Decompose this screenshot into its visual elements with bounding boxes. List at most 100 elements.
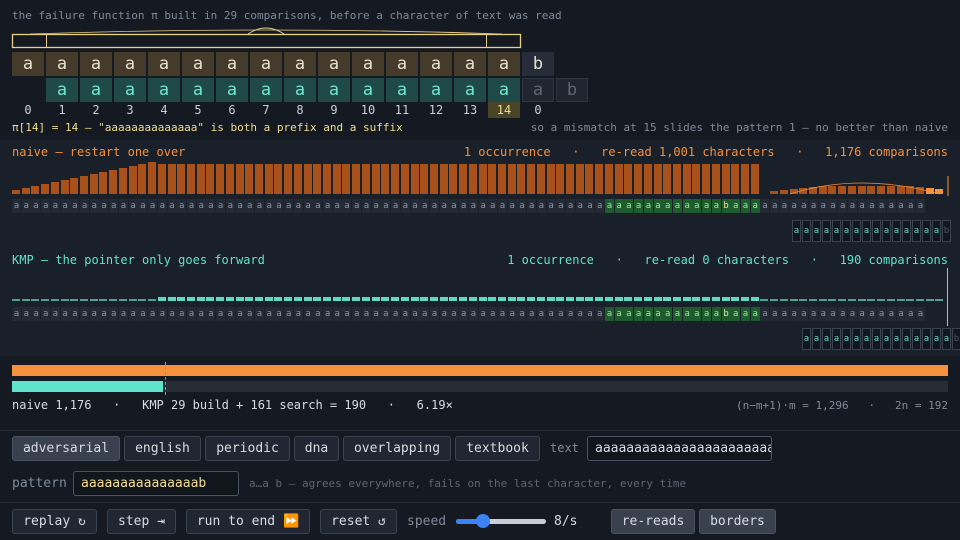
text-cell: b bbox=[522, 52, 554, 76]
kmp-window-char: a bbox=[922, 328, 931, 350]
compare-summary: naive 1,176 · KMP 29 build + 161 search … bbox=[12, 398, 453, 412]
naive-text-char: a bbox=[643, 199, 653, 213]
naive-text-char: a bbox=[128, 199, 138, 213]
speed-slider[interactable] bbox=[456, 514, 546, 528]
kmp-bar bbox=[225, 297, 234, 301]
naive-bar bbox=[488, 164, 497, 194]
pattern-cell: a bbox=[420, 78, 452, 102]
naive-window-char: a bbox=[812, 220, 821, 242]
naive-bar bbox=[41, 184, 50, 194]
border-brackets bbox=[11, 27, 522, 49]
kmp-text-char: a bbox=[381, 307, 391, 321]
naive-text-char: a bbox=[750, 199, 760, 213]
reset-button[interactable]: reset ↺ bbox=[320, 509, 397, 534]
preset-textbook-button[interactable]: textbook bbox=[455, 436, 540, 461]
naive-text-char: a bbox=[439, 199, 449, 213]
text-cell: a bbox=[182, 52, 214, 76]
naive-text-char: a bbox=[255, 199, 264, 213]
naive-text-char: a bbox=[498, 199, 507, 213]
rereads-toggle[interactable]: re-reads bbox=[611, 509, 695, 534]
naive-text-char: a bbox=[682, 199, 692, 213]
naive-text-char: a bbox=[342, 199, 352, 213]
step-button[interactable]: step ⇥ bbox=[107, 509, 176, 534]
kmp-bar bbox=[915, 299, 924, 301]
naive-text-char: a bbox=[847, 199, 857, 213]
naive-text-char: a bbox=[21, 199, 31, 213]
kmp-text-char: a bbox=[779, 307, 789, 321]
pattern-input[interactable]: aaaaaaaaaaaaaaab bbox=[73, 471, 239, 496]
kmp-bar bbox=[371, 297, 380, 301]
kmp-window-char: a bbox=[862, 328, 871, 350]
preset-dna-button[interactable]: dna bbox=[294, 436, 339, 461]
speed-slider-thumb[interactable] bbox=[476, 514, 490, 528]
kmp-text-char: a bbox=[789, 307, 799, 321]
naive-text-char: a bbox=[216, 199, 226, 213]
kmp-text-char: a bbox=[449, 307, 459, 321]
naive-bar bbox=[527, 164, 536, 194]
kmp-text-char: a bbox=[498, 307, 507, 321]
pi-value: 6 bbox=[228, 103, 236, 117]
naive-text-char: a bbox=[235, 199, 245, 213]
naive-bar bbox=[264, 164, 273, 194]
preset-english-button[interactable]: english bbox=[124, 436, 201, 461]
naive-bar bbox=[235, 164, 244, 194]
kmp-text-char: a bbox=[468, 307, 478, 321]
run-to-end-button[interactable]: run to end ⏩ bbox=[186, 509, 310, 534]
naive-bar bbox=[536, 164, 545, 194]
naive-arc bbox=[789, 176, 949, 196]
naive-bar bbox=[138, 164, 147, 194]
naive-text-char: a bbox=[653, 199, 663, 213]
kmp-text-char: a bbox=[41, 307, 51, 321]
kmp-text-char: a bbox=[342, 307, 352, 321]
naive-text-char: a bbox=[80, 199, 90, 213]
naive-bar bbox=[128, 166, 137, 194]
kmp-text-char: a bbox=[585, 307, 595, 321]
kmp-window-char: a bbox=[802, 328, 811, 350]
naive-text-char: a bbox=[157, 199, 167, 213]
naive-text-char: a bbox=[177, 199, 187, 213]
replay-button[interactable]: replay ↻ bbox=[12, 509, 97, 534]
preset-periodic-button[interactable]: periodic bbox=[205, 436, 290, 461]
naive-window-char: a bbox=[872, 220, 881, 242]
pattern-cell: a bbox=[284, 78, 316, 102]
naive-text-char: a bbox=[634, 199, 644, 213]
pattern-cell: a bbox=[148, 78, 180, 102]
naive-bar bbox=[148, 162, 157, 194]
pattern-cell: a bbox=[522, 78, 554, 102]
naive-bar bbox=[517, 164, 526, 194]
naive-bar bbox=[196, 164, 205, 194]
kmp-bar bbox=[284, 297, 293, 301]
naive-bar bbox=[245, 164, 254, 194]
pi-value: 11 bbox=[394, 103, 410, 117]
naive-text-char: a bbox=[293, 199, 303, 213]
borders-toggle[interactable]: borders bbox=[699, 509, 776, 534]
kmp-bar bbox=[847, 299, 856, 301]
kmp-text-char: a bbox=[167, 307, 177, 321]
naive-bar bbox=[167, 164, 176, 194]
naive-text-char: a bbox=[400, 199, 410, 213]
kmp-text-char: a bbox=[225, 307, 235, 321]
naive-text-char: a bbox=[478, 199, 488, 213]
naive-bar bbox=[420, 164, 429, 194]
naive-bar bbox=[750, 164, 759, 194]
naive-comparisons: 1,176 comparisons bbox=[825, 145, 948, 159]
kmp-bar bbox=[449, 297, 458, 301]
pi-value: 5 bbox=[194, 103, 202, 117]
kmp-text-char: a bbox=[556, 307, 566, 321]
kmp-bar bbox=[741, 297, 749, 301]
pattern-cell: a bbox=[318, 78, 350, 102]
naive-text-char: a bbox=[760, 199, 770, 213]
naive-bar bbox=[206, 164, 215, 194]
naive-text-char: a bbox=[99, 199, 109, 213]
preset-adversarial-button[interactable]: adversarial bbox=[12, 436, 120, 461]
kmp-text-char: a bbox=[634, 307, 644, 321]
naive-text-char: a bbox=[702, 199, 712, 213]
naive-bar bbox=[225, 164, 234, 194]
kmp-title: KMP — the pointer only goes forward bbox=[12, 253, 265, 267]
text-input[interactable]: aaaaaaaaaaaaaaaaaaaaaaaaaaaaaaaaaaaaaaaa… bbox=[587, 436, 772, 461]
naive-bar bbox=[323, 164, 332, 194]
kmp-text-char: a bbox=[89, 307, 99, 321]
naive-text-char: a bbox=[731, 199, 741, 213]
naive-text-char: a bbox=[906, 199, 916, 213]
preset-overlapping-button[interactable]: overlapping bbox=[343, 436, 451, 461]
